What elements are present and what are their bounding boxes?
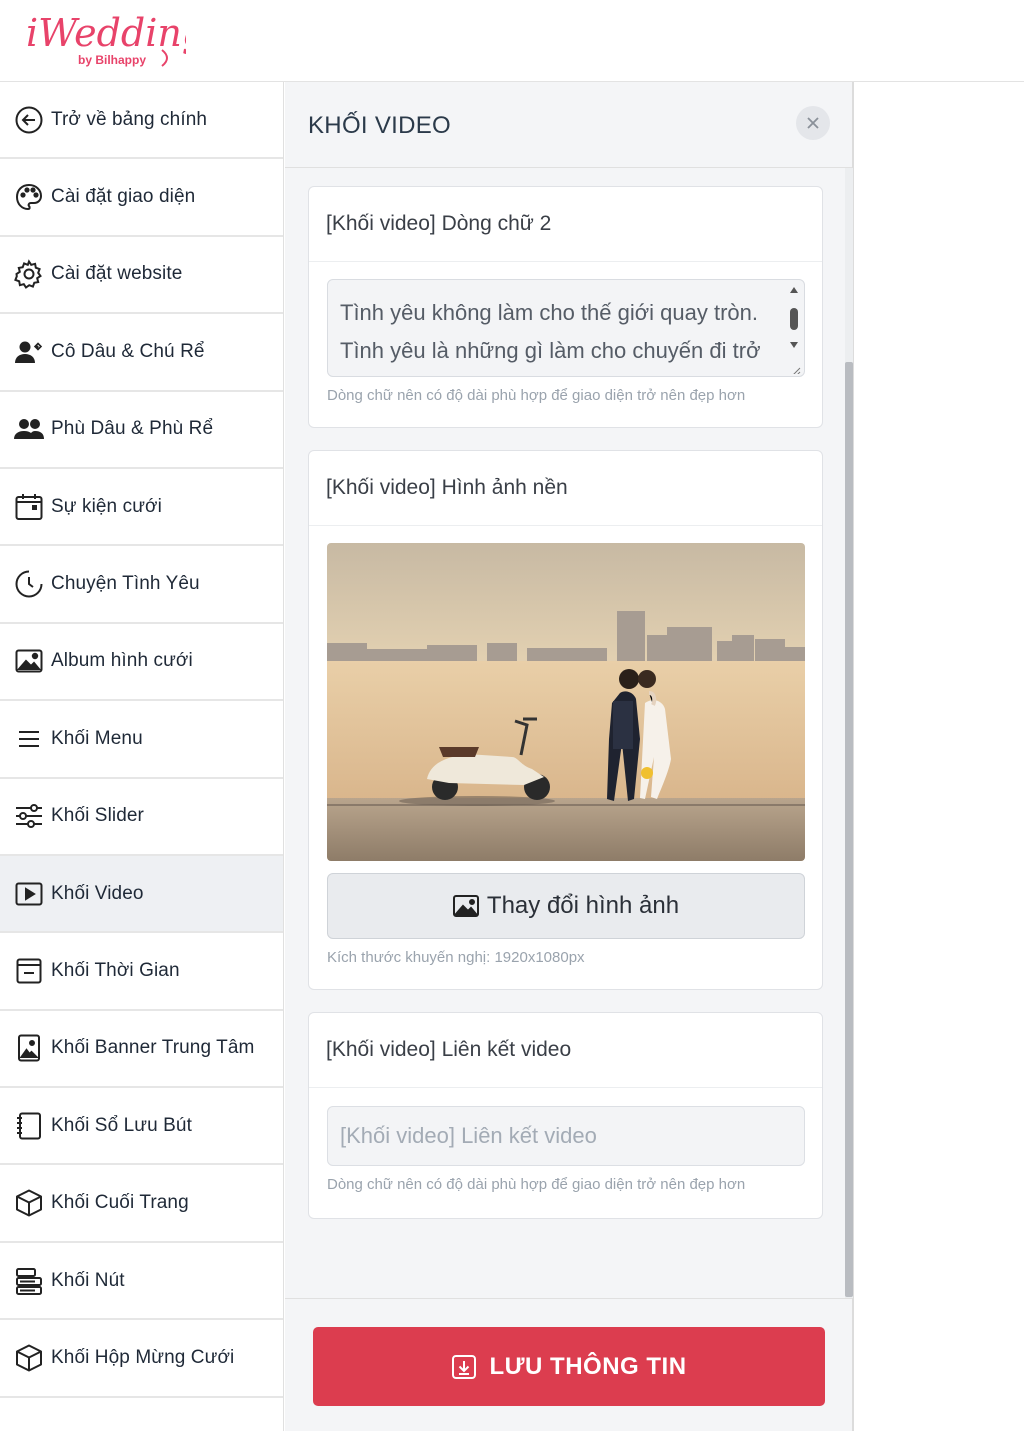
save-button-label: LƯU THÔNG TIN bbox=[489, 1352, 687, 1380]
image-size-hint: Kích thước khuyến nghị: 1920x1080px bbox=[327, 949, 585, 966]
sidebar-item-label: Trở về bảng chính bbox=[51, 108, 208, 130]
sidebar-item-bride-groom[interactable]: Cô Dâu & Chú Rể bbox=[0, 314, 283, 392]
palette-icon bbox=[13, 181, 45, 213]
video-link-hint: Dòng chữ nên có độ dài phù hợp để giao d… bbox=[327, 1176, 746, 1193]
sidebar-item-label: Cài đặt website bbox=[51, 263, 183, 285]
sidebar-item-time[interactable]: Khối Thời Gian bbox=[0, 933, 283, 1011]
change-image-label: Thay đổi hình ảnh bbox=[486, 892, 680, 919]
panel-footer: LƯU THÔNG TIN bbox=[285, 1298, 852, 1431]
top-bar: iWedding by Bilhappy bbox=[0, 0, 1024, 82]
sidebar-item-label: Khối Slider bbox=[51, 805, 144, 827]
close-icon bbox=[807, 117, 819, 129]
sidebar-item-label: Sự kiện cưới bbox=[51, 495, 162, 517]
svg-text:by Bilhappy: by Bilhappy bbox=[78, 53, 146, 67]
notebook-icon bbox=[13, 1110, 45, 1142]
image-icon bbox=[452, 895, 479, 917]
sidebar-item-label: Chuyện Tình Yêu bbox=[51, 573, 200, 595]
video-block-panel: KHỐI VIDEO [Khối video] Dòng chữ 2 Tình … bbox=[285, 82, 854, 1431]
sidebar-item-label: Khối Nút bbox=[51, 1269, 125, 1291]
background-image-label: [Khối video] Hình ảnh nền bbox=[309, 451, 822, 526]
sidebar-item-center-banner[interactable]: Khối Banner Trung Tâm bbox=[0, 1011, 283, 1089]
sidebar-item-label: Album hình cưới bbox=[51, 650, 193, 672]
sidebar-item-back[interactable]: Trở về bảng chính bbox=[0, 82, 283, 160]
background-image-preview bbox=[327, 543, 805, 861]
sidebar-item-love-story[interactable]: Chuyện Tình Yêu bbox=[0, 546, 283, 624]
wedding-photo-image bbox=[327, 543, 805, 861]
buttons-icon bbox=[13, 1265, 45, 1297]
sidebar-item-label: Khối Sổ Lưu Bút bbox=[51, 1114, 192, 1136]
panel-scrollbar-thumb[interactable] bbox=[845, 362, 853, 1297]
sidebar-item-bridesmaids[interactable]: Phù Dâu & Phù Rể bbox=[0, 392, 283, 469]
sidebar: Trở về bảng chính Cài đặt giao diện Cài … bbox=[0, 82, 284, 1431]
menu-icon bbox=[13, 723, 45, 755]
text-line-label: [Khối video] Dòng chữ 2 bbox=[309, 187, 822, 262]
clock-icon bbox=[13, 568, 45, 600]
panel-title: KHỐI VIDEO bbox=[308, 112, 452, 139]
sidebar-item-label: Cô Dâu & Chú Rể bbox=[51, 340, 205, 362]
sidebar-item-label: Cài đặt giao diện bbox=[51, 186, 196, 208]
sidebar-item-guestbook[interactable]: Khối Sổ Lưu Bút bbox=[0, 1088, 283, 1166]
sidebar-item-label: Khối Hộp Mừng Cưới bbox=[51, 1346, 235, 1368]
svg-text:iWedding: iWedding bbox=[26, 11, 186, 55]
sidebar-item-label: Khối Menu bbox=[51, 727, 143, 749]
sidebar-item-label: Khối Banner Trung Tâm bbox=[51, 1037, 255, 1059]
textarea-scrollbar[interactable] bbox=[787, 284, 801, 374]
save-icon bbox=[452, 1354, 477, 1379]
sidebar-item-label: Khối Cuối Trang bbox=[51, 1192, 189, 1214]
sidebar-item-menu[interactable]: Khối Menu bbox=[0, 701, 283, 779]
box-icon bbox=[13, 1187, 45, 1219]
sidebar-item-theme[interactable]: Cài đặt giao diện bbox=[0, 159, 283, 237]
arrow-left-circle-icon bbox=[13, 104, 45, 136]
sidebar-item-website-settings[interactable]: Cài đặt website bbox=[0, 237, 283, 315]
calendar-icon bbox=[13, 491, 45, 523]
text-line-textarea[interactable]: Tình yêu không làm cho thế giới quay trò… bbox=[327, 279, 805, 377]
sidebar-item-label: Khối Thời Gian bbox=[51, 959, 180, 981]
panel-header: KHỐI VIDEO bbox=[285, 82, 852, 168]
video-link-label: [Khối video] Liên kết video bbox=[309, 1013, 822, 1088]
sidebar-item-label: Phù Dâu & Phù Rể bbox=[51, 418, 214, 440]
sidebar-item-buttons[interactable]: Khối Nút bbox=[0, 1243, 283, 1321]
text-line-value: Tình yêu không làm cho thế giới quay trò… bbox=[340, 300, 761, 363]
close-button[interactable] bbox=[796, 106, 830, 140]
image-icon bbox=[13, 645, 45, 677]
sidebar-item-label: Khối Video bbox=[51, 882, 144, 904]
sidebar-item-video[interactable]: Khối Video bbox=[0, 855, 283, 934]
sidebar-item-footer[interactable]: Khối Cuối Trang bbox=[0, 1165, 283, 1243]
portrait-icon bbox=[13, 1032, 45, 1064]
sidebar-item-album[interactable]: Album hình cưới bbox=[0, 624, 283, 702]
gear-icon bbox=[13, 258, 45, 290]
calendar-minus-icon bbox=[13, 955, 45, 987]
video-link-card: [Khối video] Liên kết video Dòng chữ nên… bbox=[308, 1012, 823, 1219]
couple-icon bbox=[13, 336, 45, 368]
sliders-icon bbox=[13, 800, 45, 832]
preview-area bbox=[855, 82, 1024, 1431]
video-link-input[interactable] bbox=[327, 1106, 805, 1166]
play-icon bbox=[13, 878, 45, 910]
iwedding-logo[interactable]: iWedding by Bilhappy bbox=[26, 10, 186, 70]
text-line-card: [Khối video] Dòng chữ 2 Tình yêu không l… bbox=[308, 186, 823, 428]
sidebar-item-slider[interactable]: Khối Slider bbox=[0, 779, 283, 856]
text-line-hint: Dòng chữ nên có độ dài phù hợp để giao d… bbox=[327, 387, 746, 404]
sidebar-item-gift-box[interactable]: Khối Hộp Mừng Cưới bbox=[0, 1320, 283, 1398]
sidebar-item-events[interactable]: Sự kiện cưới bbox=[0, 469, 283, 547]
background-image-card: [Khối video] Hình ảnh nền Thay đổi hình … bbox=[308, 450, 823, 990]
save-button[interactable]: LƯU THÔNG TIN bbox=[313, 1327, 825, 1406]
gift-box-icon bbox=[13, 1342, 45, 1374]
people-icon bbox=[13, 413, 45, 445]
change-image-button[interactable]: Thay đổi hình ảnh bbox=[327, 873, 805, 939]
